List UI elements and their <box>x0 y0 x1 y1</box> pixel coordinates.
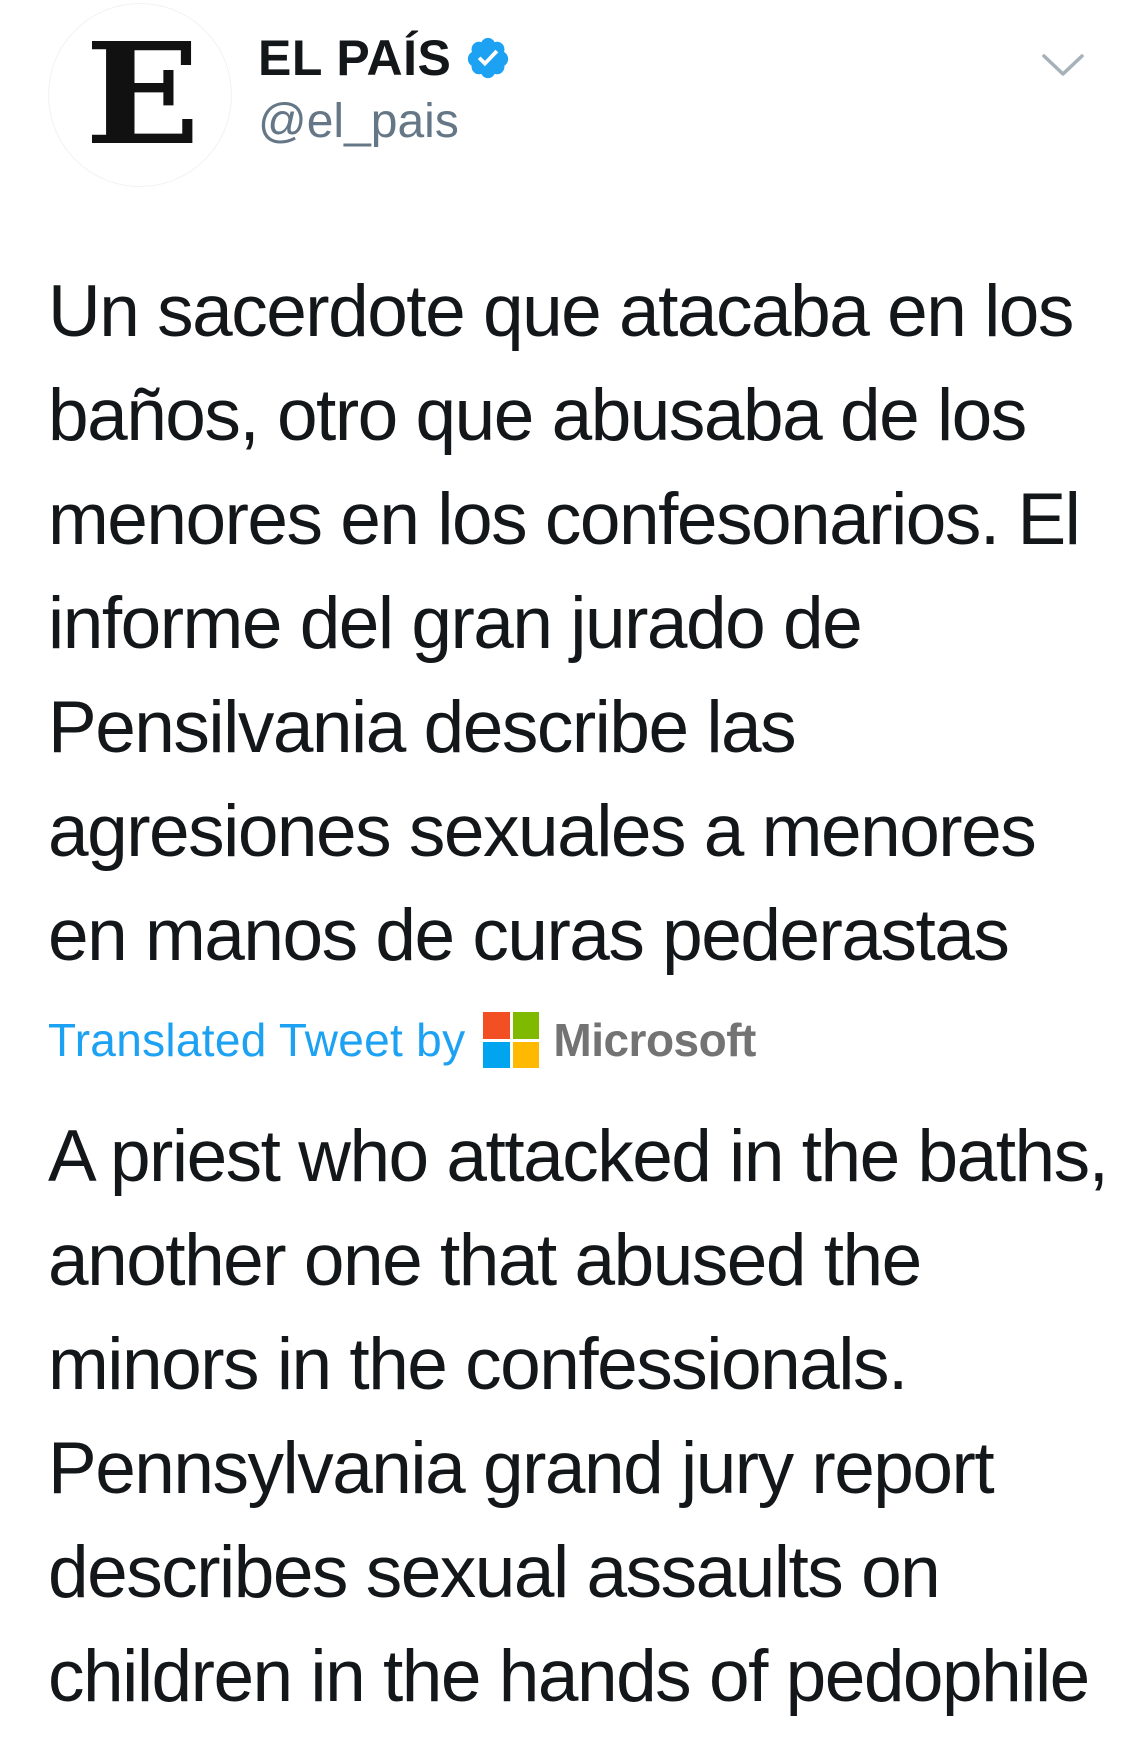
tweet-original-text: Un sacerdote que atacaba en los baños, o… <box>48 271 1081 976</box>
name-row: EL PAÍS <box>258 28 511 88</box>
tweet-header: E EL PAÍS @el_pais <box>0 0 1125 200</box>
translated-tweet-link[interactable]: Translated Tweet by <box>48 1013 465 1067</box>
verified-badge-icon <box>468 37 509 79</box>
avatar[interactable]: E <box>48 3 232 187</box>
translation-attribution: Translated Tweet by Microsoft <box>48 1005 756 1075</box>
microsoft-logo-icon <box>483 1012 540 1068</box>
tweet-translated-text: A priest who attacked in the baths, anot… <box>48 1116 1109 1717</box>
translator-brand: Microsoft <box>553 1014 756 1066</box>
display-name[interactable]: EL PAÍS <box>258 29 451 87</box>
user-handle[interactable]: @el_pais <box>258 94 459 149</box>
chevron-down-icon[interactable] <box>1040 46 1086 82</box>
avatar-logo: E <box>84 13 200 177</box>
